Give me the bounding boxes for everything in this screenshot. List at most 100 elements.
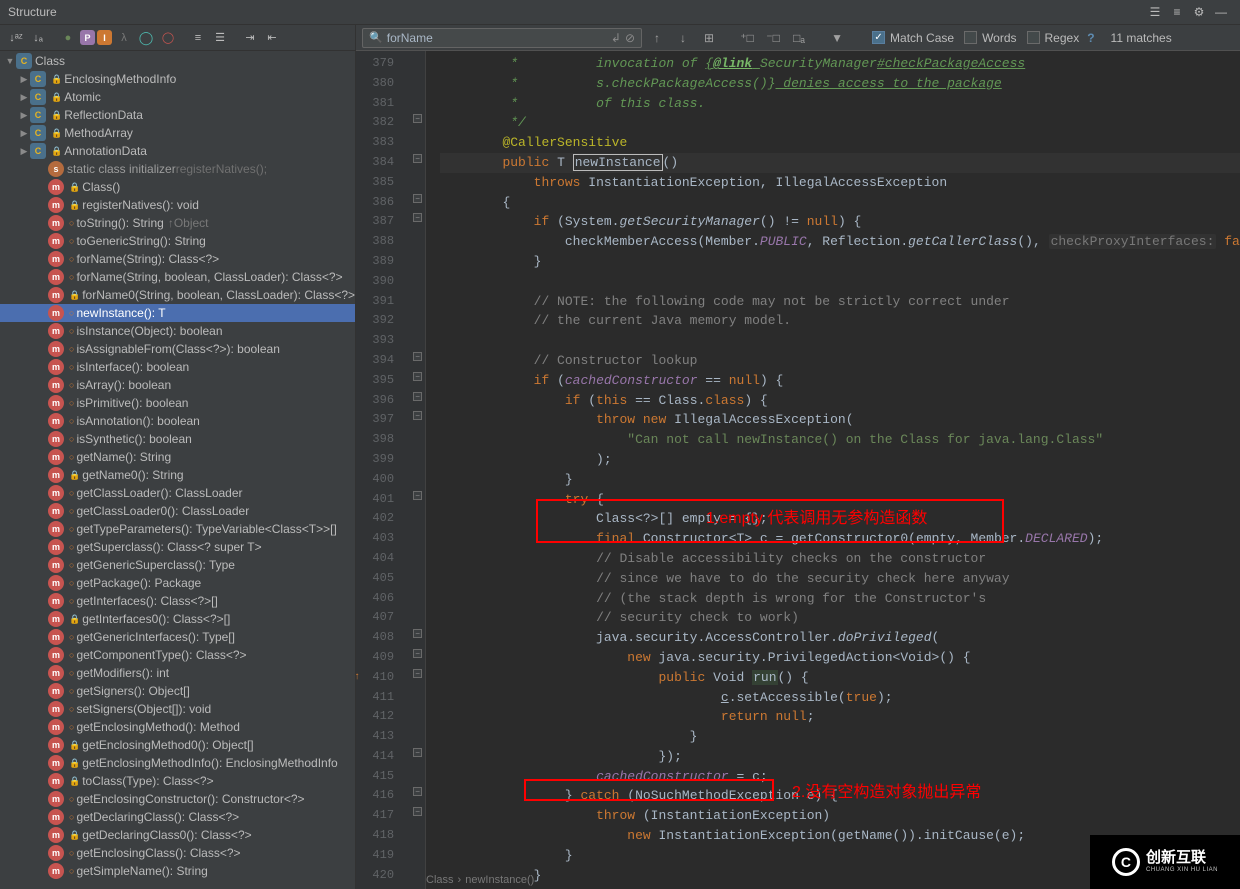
- remove-selection-icon[interactable]: ⁻□: [762, 28, 784, 48]
- tree-row[interactable]: m○getEnclosingConstructor(): Constructor…: [0, 790, 355, 808]
- fold-icon[interactable]: −: [413, 213, 422, 222]
- fold-icon[interactable]: −: [413, 154, 422, 163]
- tree-row[interactable]: m○getSuperclass(): Class<? super T>: [0, 538, 355, 556]
- regex-checkbox[interactable]: Regex: [1027, 31, 1080, 45]
- tree-row[interactable]: m○forName(String, boolean, ClassLoader):…: [0, 268, 355, 286]
- tree-label: getSimpleName(): String: [76, 864, 207, 878]
- match-case-checkbox[interactable]: Match Case: [872, 31, 954, 45]
- tree-row[interactable]: m○toGenericString(): String: [0, 232, 355, 250]
- tree-row[interactable]: CClass: [0, 52, 355, 70]
- show-properties-icon[interactable]: P: [80, 30, 95, 45]
- tree-row[interactable]: C🔒EnclosingMethodInfo: [0, 70, 355, 88]
- method-icon: m: [48, 611, 64, 627]
- fold-icon[interactable]: −: [413, 392, 422, 401]
- show-lambda-icon[interactable]: ◯: [136, 28, 156, 48]
- tree-row[interactable]: m○getModifiers(): int: [0, 664, 355, 682]
- tree-row[interactable]: m○getEnclosingClass(): Class<?>: [0, 844, 355, 862]
- tree-row[interactable]: m○getDeclaringClass(): Class<?>: [0, 808, 355, 826]
- tree-row[interactable]: m🔒Class(): [0, 178, 355, 196]
- tree-row[interactable]: m○toString(): String↑Object: [0, 214, 355, 232]
- fold-icon[interactable]: −: [413, 807, 422, 816]
- tree-row[interactable]: m🔒getInterfaces0(): Class<?>[]: [0, 610, 355, 628]
- tree-row[interactable]: m🔒getEnclosingMethod0(): Object[]: [0, 736, 355, 754]
- next-match-icon[interactable]: ↓: [672, 28, 694, 48]
- structure-tree[interactable]: CClassC🔒EnclosingMethodInfoC🔒AtomicC🔒Ref…: [0, 51, 355, 889]
- words-checkbox[interactable]: Words: [964, 31, 1016, 45]
- add-selection-icon[interactable]: ⁺□: [736, 28, 758, 48]
- show-non-public-icon[interactable]: ◯: [158, 28, 178, 48]
- tree-row[interactable]: m○getGenericSuperclass(): Type: [0, 556, 355, 574]
- tree-row[interactable]: m🔒forName0(String, boolean, ClassLoader)…: [0, 286, 355, 304]
- tree-row[interactable]: m🔒getName0(): String: [0, 466, 355, 484]
- tree-row[interactable]: m○newInstance(): T: [0, 304, 355, 322]
- tree-row[interactable]: m🔒toClass(Type): Class<?>: [0, 772, 355, 790]
- tree-row[interactable]: m○getInterfaces(): Class<?>[]: [0, 592, 355, 610]
- fold-icon[interactable]: −: [413, 352, 422, 361]
- fold-icon[interactable]: −: [413, 372, 422, 381]
- tree-row[interactable]: m○getSigners(): Object[]: [0, 682, 355, 700]
- fold-icon[interactable]: −: [413, 114, 422, 123]
- tree-row[interactable]: m🔒registerNatives(): void: [0, 196, 355, 214]
- fold-icon[interactable]: −: [413, 787, 422, 796]
- tree-row[interactable]: m○getClassLoader0(): ClassLoader: [0, 502, 355, 520]
- search-input[interactable]: 🔍 forName ↲ ⊘: [362, 28, 642, 48]
- search-history-icon[interactable]: ↲: [611, 31, 621, 45]
- tree-row[interactable]: m○getPackage(): Package: [0, 574, 355, 592]
- fold-icon[interactable]: −: [413, 649, 422, 658]
- tree-row[interactable]: sstatic class initializer registerNative…: [0, 160, 355, 178]
- show-anonymous-icon[interactable]: λ: [114, 28, 134, 48]
- collapse-icon[interactable]: ☰: [1144, 1, 1166, 23]
- tree-row[interactable]: m○isPrimitive(): boolean: [0, 394, 355, 412]
- tree-row[interactable]: m○getSimpleName(): String: [0, 862, 355, 880]
- expand-icon[interactable]: ≡: [1166, 1, 1188, 23]
- tree-label: getEnclosingMethod0(): Object[]: [82, 738, 253, 752]
- fold-icon[interactable]: −: [413, 411, 422, 420]
- fold-icon[interactable]: −: [413, 194, 422, 203]
- tree-row[interactable]: m○isAnnotation(): boolean: [0, 412, 355, 430]
- tree-row[interactable]: m○isAssignableFrom(Class<?>): boolean: [0, 340, 355, 358]
- tree-row[interactable]: m○getComponentType(): Class<?>: [0, 646, 355, 664]
- select-all-icon[interactable]: ⊞: [698, 28, 720, 48]
- fold-icon[interactable]: −: [413, 669, 422, 678]
- code-area[interactable]: * invocation of {@link SecurityManager#c…: [426, 51, 1240, 889]
- tree-row[interactable]: m○isInstance(Object): boolean: [0, 322, 355, 340]
- tree-row[interactable]: m○forName(String): Class<?>: [0, 250, 355, 268]
- lock-icon: 🔒: [69, 200, 80, 211]
- tree-row[interactable]: m○getEnclosingMethod(): Method: [0, 718, 355, 736]
- tree-row[interactable]: m🔒getDeclaringClass0(): Class<?>: [0, 826, 355, 844]
- fold-gutter[interactable]: − − − − − − − − − − − − − − −: [412, 51, 426, 889]
- help-icon[interactable]: ?: [1087, 31, 1094, 45]
- tree-row[interactable]: m○getTypeParameters(): TypeVariable<Clas…: [0, 520, 355, 538]
- prev-match-icon[interactable]: ↑: [646, 28, 668, 48]
- gear-icon[interactable]: ⚙: [1188, 1, 1210, 23]
- collapse-all-icon[interactable]: ☰: [210, 28, 230, 48]
- breadcrumb[interactable]: Class › newInstance(): [426, 871, 534, 889]
- tree-row[interactable]: m○isSynthetic(): boolean: [0, 430, 355, 448]
- fold-icon[interactable]: −: [413, 748, 422, 757]
- tree-row[interactable]: C🔒Atomic: [0, 88, 355, 106]
- sort-alpha-icon[interactable]: ↓ᵃᶻ: [6, 28, 26, 48]
- tree-row[interactable]: m○getName(): String: [0, 448, 355, 466]
- tree-row[interactable]: C🔒MethodArray: [0, 124, 355, 142]
- show-fields-icon[interactable]: ●: [58, 28, 78, 48]
- minimize-icon[interactable]: —: [1210, 1, 1232, 23]
- tree-row[interactable]: m🔒getEnclosingMethodInfo(): EnclosingMet…: [0, 754, 355, 772]
- tree-row[interactable]: C🔒AnnotationData: [0, 142, 355, 160]
- tree-row[interactable]: m○isArray(): boolean: [0, 376, 355, 394]
- tree-row[interactable]: m○getGenericInterfaces(): Type[]: [0, 628, 355, 646]
- editor-body[interactable]: 3793803813823833843853863873883893903913…: [356, 51, 1240, 889]
- tree-row[interactable]: m○isInterface(): boolean: [0, 358, 355, 376]
- tree-row[interactable]: m○getClassLoader(): ClassLoader: [0, 484, 355, 502]
- show-inherited-icon[interactable]: I: [97, 30, 112, 45]
- fold-icon[interactable]: −: [413, 629, 422, 638]
- clear-icon[interactable]: ⊘: [625, 31, 635, 45]
- tree-row[interactable]: m○setSigners(Object[]): void: [0, 700, 355, 718]
- tree-row[interactable]: C🔒ReflectionData: [0, 106, 355, 124]
- expand-all-icon[interactable]: ≡: [188, 28, 208, 48]
- filter-icon[interactable]: ▼: [826, 28, 848, 48]
- sort-visibility-icon[interactable]: ↓ₐ: [28, 28, 48, 48]
- select-all-occurrences-icon[interactable]: □ₐ: [788, 28, 810, 48]
- fold-icon[interactable]: −: [413, 491, 422, 500]
- autoscroll-from-icon[interactable]: ⇤: [262, 28, 282, 48]
- autoscroll-to-icon[interactable]: ⇥: [240, 28, 260, 48]
